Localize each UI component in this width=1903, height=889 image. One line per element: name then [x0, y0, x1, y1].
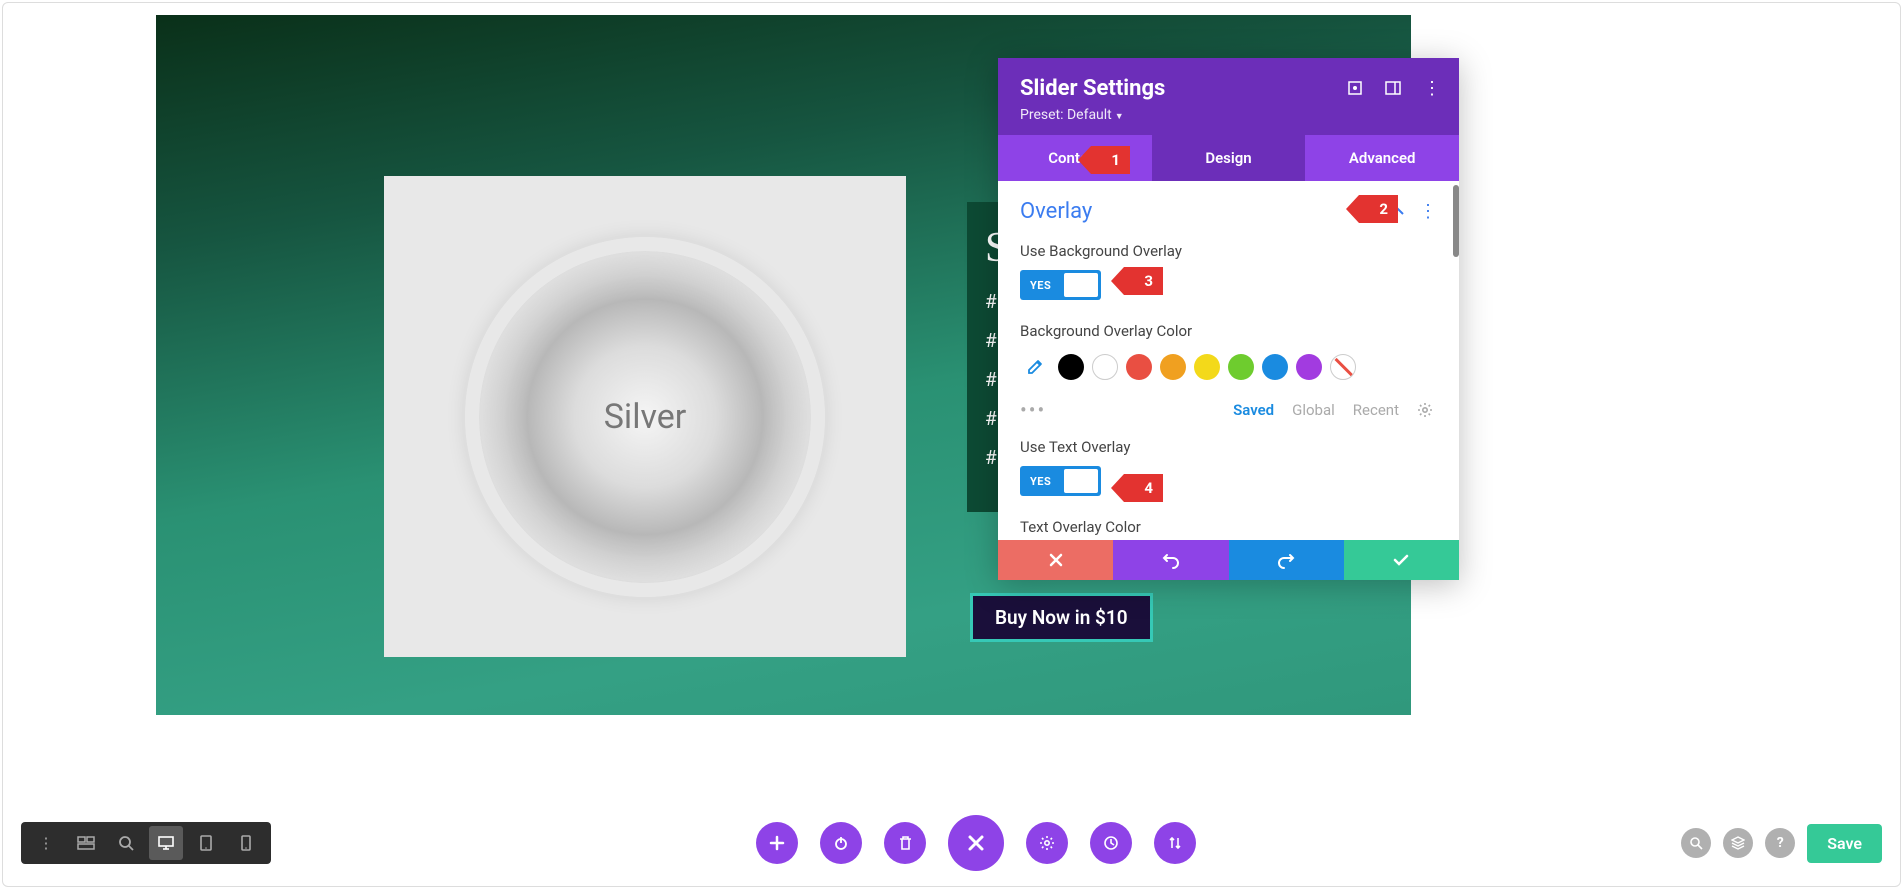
panel-tabs: Content Design Advanced [998, 135, 1459, 181]
color-swatch[interactable] [1262, 354, 1288, 380]
more-icon[interactable]: ⋮ [1423, 80, 1441, 98]
tab-saved[interactable]: Saved [1233, 401, 1274, 419]
redo-button[interactable] [1229, 540, 1344, 580]
panel-footer [998, 540, 1459, 580]
confirm-button[interactable] [1344, 540, 1459, 580]
add-button[interactable] [756, 822, 798, 864]
history-button[interactable] [1090, 822, 1132, 864]
trash-button[interactable] [884, 822, 926, 864]
option-label: Text Overlay Color [1020, 518, 1437, 540]
color-swatch[interactable] [1126, 354, 1152, 380]
option-label: Background Overlay Color [1020, 322, 1437, 340]
mobile-view-icon[interactable] [229, 826, 263, 860]
color-swatch[interactable] [1058, 354, 1084, 380]
tab-global[interactable]: Global [1292, 401, 1335, 419]
section-title: Overlay [1020, 199, 1092, 224]
settings-panel: Slider Settings Preset: Default▼ ⋮ Conte… [998, 58, 1459, 580]
buy-now-button[interactable]: Buy Now in $10 [970, 593, 1153, 642]
bottom-toolbar: ⋮ ? Save [3, 822, 1900, 864]
silver-disc: Silver [465, 237, 825, 597]
panel-body: Overlay ⋮ Use Background Overlay YES Bac… [998, 181, 1459, 540]
cancel-button[interactable] [998, 540, 1113, 580]
wireframe-icon[interactable] [69, 826, 103, 860]
tab-design[interactable]: Design [1152, 135, 1306, 181]
color-picker-row [1020, 352, 1437, 382]
toggle-knob [1064, 469, 1098, 493]
zoom-icon[interactable] [109, 826, 143, 860]
tab-advanced[interactable]: Advanced [1305, 135, 1459, 181]
panel-header[interactable]: Slider Settings Preset: Default▼ ⋮ [998, 58, 1459, 135]
panel-preset[interactable]: Preset: Default▼ [1020, 107, 1437, 123]
option-label: Use Background Overlay [1020, 242, 1437, 260]
color-swatch[interactable] [1194, 354, 1220, 380]
gear-icon[interactable] [1417, 402, 1433, 418]
scrollbar[interactable] [1453, 185, 1459, 257]
option-label: Use Text Overlay [1020, 438, 1437, 456]
bg-overlay-toggle[interactable]: YES [1020, 270, 1101, 300]
action-toolbar [756, 815, 1196, 871]
color-swatch[interactable] [1296, 354, 1322, 380]
right-toolbar: ? Save [1681, 824, 1882, 863]
eyedropper-icon[interactable] [1020, 352, 1050, 382]
tab-recent[interactable]: Recent [1353, 401, 1399, 419]
help-icon[interactable]: ? [1765, 828, 1795, 858]
desktop-view-icon[interactable] [149, 826, 183, 860]
product-label: Silver [604, 397, 687, 437]
save-button[interactable]: Save [1807, 824, 1882, 863]
settings-button[interactable] [1026, 822, 1068, 864]
more-colors-icon[interactable]: ••• [1020, 398, 1046, 422]
tablet-view-icon[interactable] [189, 826, 223, 860]
text-overlay-toggle[interactable]: YES [1020, 466, 1101, 496]
color-swatch[interactable] [1092, 354, 1118, 380]
sort-button[interactable] [1154, 822, 1196, 864]
view-toolbar: ⋮ [21, 822, 271, 864]
section-more-icon[interactable]: ⋮ [1419, 203, 1437, 221]
power-button[interactable] [820, 822, 862, 864]
expand-icon[interactable] [1347, 80, 1363, 98]
layers-icon[interactable] [1723, 828, 1753, 858]
product-image: Silver [384, 176, 906, 657]
color-swatch-none[interactable] [1330, 354, 1356, 380]
layout-icon[interactable] [1385, 80, 1401, 98]
undo-button[interactable] [1113, 540, 1228, 580]
color-tabs: ••• Saved Global Recent [1020, 398, 1437, 422]
more-icon[interactable]: ⋮ [29, 826, 63, 860]
color-swatch[interactable] [1228, 354, 1254, 380]
search-icon[interactable] [1681, 828, 1711, 858]
close-button[interactable] [948, 815, 1004, 871]
toggle-knob [1064, 273, 1098, 297]
color-swatch[interactable] [1160, 354, 1186, 380]
